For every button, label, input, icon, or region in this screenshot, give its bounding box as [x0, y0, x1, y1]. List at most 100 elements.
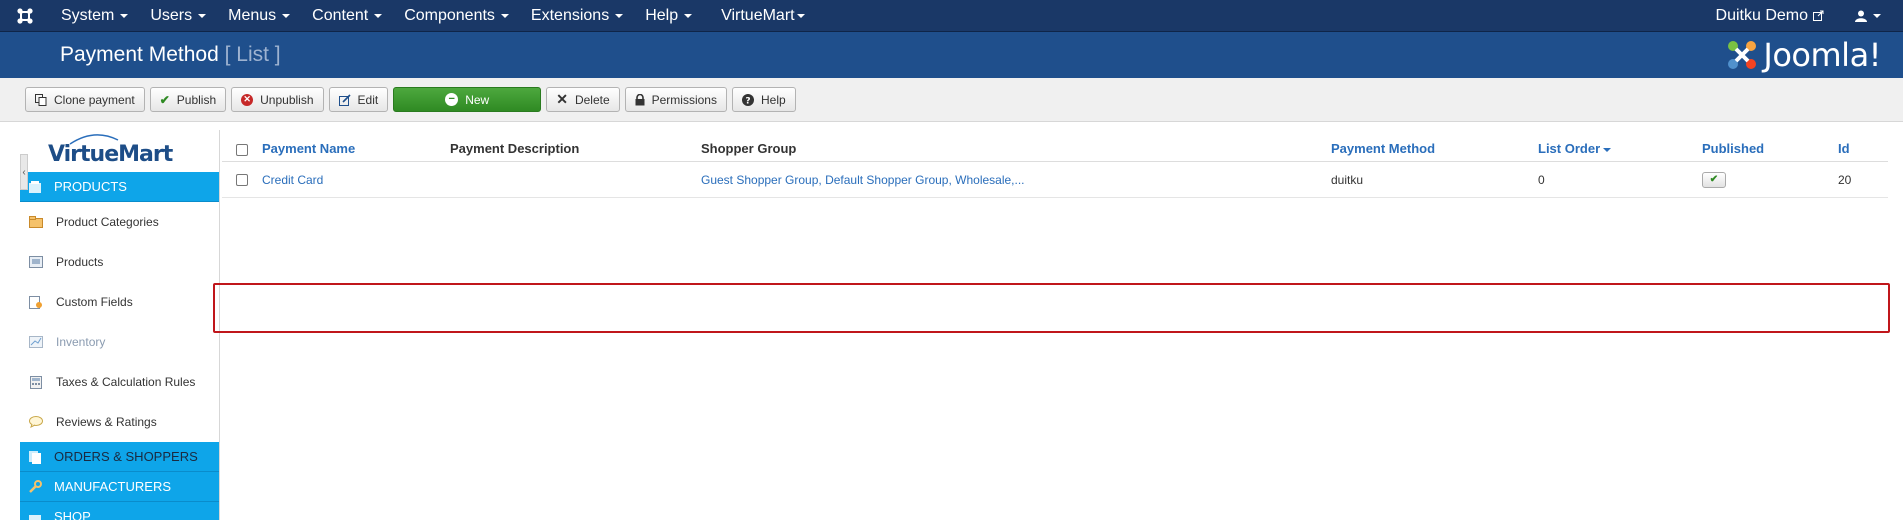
user-menu[interactable]	[1835, 0, 1903, 31]
clone-payment-label: Clone payment	[54, 92, 135, 107]
wrench-icon	[28, 479, 42, 494]
chevron-down-icon	[796, 13, 805, 18]
payment-methods-table: Payment Name Payment Description Shopper…	[222, 130, 1888, 198]
header-list-order-label: List Order	[1538, 141, 1601, 156]
edit-button[interactable]: Edit	[328, 87, 389, 112]
sidebar-item-label: Reviews & Ratings	[56, 415, 157, 429]
help-icon: ?	[741, 93, 754, 106]
sidebar-item-taxes[interactable]: Taxes & Calculation Rules	[20, 362, 219, 402]
help-button[interactable]: ? Help	[731, 87, 796, 112]
header-published[interactable]: Published	[1702, 141, 1764, 156]
sidebar-item-label: Inventory	[56, 335, 106, 349]
chevron-down-icon	[282, 13, 291, 18]
header-payment-name[interactable]: Payment Name	[262, 141, 355, 156]
sidebar-item-label: Taxes & Calculation Rules	[56, 375, 196, 389]
reviews-icon	[28, 415, 44, 429]
menu-system[interactable]: System	[50, 0, 139, 31]
menu-virtuemart-label: VirtueMart	[721, 6, 795, 24]
site-link[interactable]: Duitku Demo	[1705, 0, 1835, 31]
menu-content[interactable]: Content	[301, 0, 393, 31]
row-highlight-frame	[213, 283, 1890, 333]
header-shopper-group: Shopper Group	[701, 141, 797, 156]
payment-name-link[interactable]: Credit Card	[262, 173, 323, 187]
chevron-down-icon	[615, 13, 624, 18]
published-toggle[interactable]: ✔	[1702, 171, 1726, 188]
logo-swoosh-icon	[69, 134, 119, 145]
unpublish-button[interactable]: ✕ Unpublish	[231, 87, 324, 112]
chevron-down-icon	[120, 13, 129, 18]
joomla-home-icon[interactable]	[0, 7, 50, 25]
sidebar-section-products-label: PRODUCTS	[54, 179, 127, 194]
shop-icon	[28, 510, 42, 520]
chevron-down-icon	[1873, 13, 1881, 18]
chevron-down-icon	[374, 13, 383, 18]
row-select-cell	[222, 173, 262, 186]
header-id[interactable]: Id	[1838, 141, 1850, 156]
menu-virtuemart[interactable]: VirtueMart	[703, 0, 816, 31]
page-title-text: Payment Method	[60, 43, 219, 66]
unpublish-label: Unpublish	[260, 92, 314, 107]
sidebar-collapse-handle[interactable]: ‹	[20, 154, 28, 190]
select-all-cell	[222, 144, 262, 156]
virtuemart-sidebar: VirtueMart ‹ PRODUCTS Product Categories…	[20, 130, 220, 520]
page-subtitle: [ List ]	[224, 43, 281, 66]
toolbar: Clone payment ✔ Publish ✕ Unpublish Edit…	[0, 78, 1903, 122]
external-link-icon	[1813, 10, 1824, 21]
check-icon: ✔	[1709, 174, 1719, 185]
unpublish-icon: ✕	[241, 93, 254, 106]
select-all-checkbox[interactable]	[236, 144, 248, 156]
sidebar-item-inventory[interactable]: Inventory	[20, 322, 219, 362]
joomla-logo-icon	[1728, 41, 1757, 69]
clone-payment-button[interactable]: Clone payment	[25, 87, 145, 112]
svg-text:?: ?	[745, 96, 750, 106]
new-button[interactable]: − New	[393, 87, 542, 112]
delete-button[interactable]: ✕ Delete	[546, 87, 620, 112]
sidebar-section-shop-label: SHOP	[54, 509, 91, 520]
admin-menubar: System Users Menus Content Components Ex…	[0, 0, 1903, 32]
header-payment-description: Payment Description	[450, 141, 580, 156]
user-icon	[1855, 10, 1867, 22]
sidebar-section-orders[interactable]: ORDERS & SHOPPERS	[20, 442, 219, 472]
menu-help[interactable]: Help	[634, 0, 703, 31]
menu-content-label: Content	[312, 6, 369, 24]
sidebar-section-shop[interactable]: SHOP	[20, 502, 219, 520]
products-section-icon	[28, 180, 42, 194]
sort-down-icon	[1603, 147, 1612, 152]
inventory-icon	[28, 335, 44, 349]
page-header: Payment Method [ List ] Joomla!	[0, 32, 1903, 78]
publish-button[interactable]: ✔ Publish	[149, 87, 227, 112]
sidebar-section-products[interactable]: PRODUCTS	[20, 172, 219, 202]
header-list-order[interactable]: List Order	[1538, 141, 1612, 156]
row-checkbox[interactable]	[236, 173, 248, 186]
plus-icon: −	[445, 93, 459, 106]
menu-menus[interactable]: Menus	[217, 0, 301, 31]
custom-fields-icon	[28, 295, 44, 309]
header-payment-method[interactable]: Payment Method	[1331, 141, 1435, 156]
joomla-logo: Joomla!	[1725, 36, 1881, 74]
permissions-button[interactable]: Permissions	[624, 87, 727, 112]
menu-menus-label: Menus	[228, 6, 277, 24]
chevron-down-icon	[198, 13, 207, 18]
site-link-label: Duitku Demo	[1715, 6, 1808, 24]
sidebar-section-orders-label: ORDERS & SHOPPERS	[54, 449, 198, 464]
table-header: Payment Name Payment Description Shopper…	[222, 130, 1888, 162]
menu-system-label: System	[61, 6, 115, 24]
sidebar-section-manufacturers[interactable]: MANUFACTURERS	[20, 472, 219, 502]
list-order-value: 0	[1538, 172, 1545, 187]
permissions-label: Permissions	[651, 92, 717, 107]
sidebar-item-product-categories[interactable]: Product Categories	[20, 202, 219, 242]
sidebar-item-label: Custom Fields	[56, 295, 133, 309]
menu-users-label: Users	[150, 6, 193, 24]
menu-users[interactable]: Users	[139, 0, 217, 31]
sidebar-item-products[interactable]: Products	[20, 242, 219, 282]
sidebar-item-custom-fields[interactable]: Custom Fields	[20, 282, 219, 322]
sidebar-item-reviews[interactable]: Reviews & Ratings	[20, 402, 219, 442]
menu-extensions[interactable]: Extensions	[520, 0, 634, 31]
chevron-down-icon	[684, 13, 693, 18]
products-icon	[28, 255, 44, 269]
edit-icon	[338, 93, 351, 106]
menu-components[interactable]: Components	[393, 0, 520, 31]
new-label: New	[465, 92, 490, 107]
shopper-group-link[interactable]: Guest Shopper Group, Default Shopper Gro…	[701, 173, 1025, 187]
check-icon: ✔	[159, 92, 170, 107]
